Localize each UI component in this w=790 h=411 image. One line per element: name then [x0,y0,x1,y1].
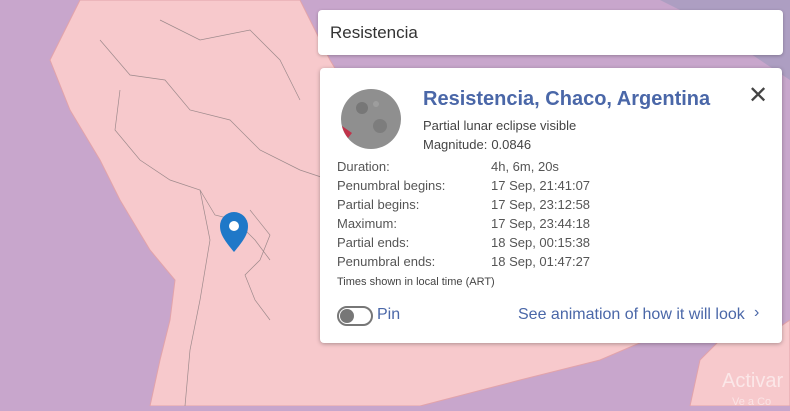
detail-value: 17 Sep, 23:44:18 [491,216,591,231]
detail-label: Penumbral begins: [337,178,446,193]
detail-label: Partial begins: [337,197,420,212]
toggle-knob [340,309,354,323]
detail-row: Partial begins: 17 Sep, 23:12:58 [337,197,637,216]
activation-watermark: Activar [722,370,784,392]
detail-row: Partial ends: 18 Sep, 00:15:38 [337,235,637,254]
pin-label[interactable]: Pin [377,306,400,324]
magnitude-value: 0.0846 [491,137,532,152]
close-icon[interactable]: ✕ [748,84,768,108]
detail-row: Duration: 4h, 6m, 20s [337,159,637,178]
detail-row: Penumbral begins: 17 Sep, 21:41:07 [337,178,637,197]
detail-value: 18 Sep, 01:47:27 [491,254,591,269]
pin-toggle[interactable] [337,306,373,326]
activation-watermark-sub: Ve a Co [732,396,772,408]
location-title: Resistencia, Chaco, Argentina [423,88,711,110]
detail-value: 17 Sep, 21:41:07 [491,178,591,193]
magnitude-line: Magnitude: 0.0846 [423,137,531,152]
detail-row: Maximum: 17 Sep, 23:44:18 [337,216,637,235]
eclipse-details-list: Duration: 4h, 6m, 20s Penumbral begins: … [337,159,637,273]
detail-label: Maximum: [337,216,397,231]
location-search-input[interactable] [328,21,773,44]
detail-row: Penumbral ends: 18 Sep, 01:47:27 [337,254,637,273]
location-search-box[interactable] [318,10,783,55]
moon-eclipse-icon [341,89,401,149]
detail-label: Duration: [337,159,390,174]
eclipse-info-card: Resistencia, Chaco, Argentina ✕ Partial … [320,68,782,343]
magnitude-label: Magnitude: [423,137,488,152]
detail-value: 18 Sep, 00:15:38 [491,235,591,250]
timezone-note: Times shown in local time (ART) [337,276,495,288]
detail-value: 4h, 6m, 20s [491,159,559,174]
detail-value: 17 Sep, 23:12:58 [491,197,591,212]
detail-label: Penumbral ends: [337,254,436,269]
eclipse-visibility-text: Partial lunar eclipse visible [423,118,577,133]
detail-label: Partial ends: [337,235,410,250]
chevron-right-icon[interactable]: › [754,304,759,322]
see-animation-link[interactable]: See animation of how it will look [518,306,745,324]
